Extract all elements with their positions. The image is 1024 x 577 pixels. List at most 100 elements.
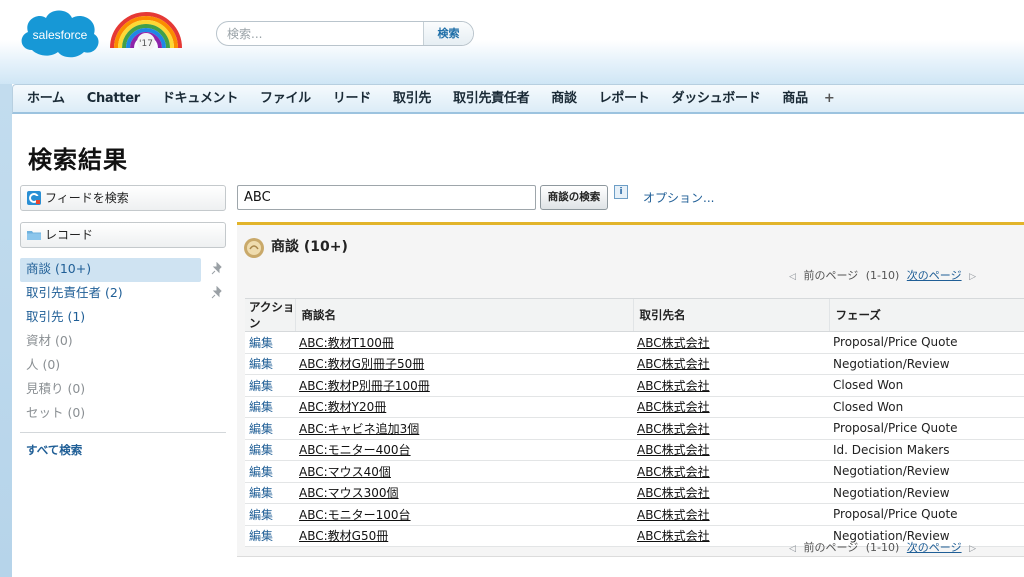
sidebar-item-contacts[interactable]: 取引先責任者 (2) [20,282,226,306]
phase-cell: Proposal/Price Quote [829,417,1024,440]
table-row: 編集 ABC:マウス300個 ABC株式会社 Negotiation/Review [245,482,1024,504]
sidebar-item-materials[interactable]: 資材 (0) [20,330,226,354]
tab-bar: ホーム Chatter ドキュメント ファイル リード 取引先 取引先責任者 商… [12,84,1024,114]
edit-link[interactable]: 編集 [245,482,295,504]
results-title: 商談 (10+) [271,239,348,255]
prev-page-label: 前のページ [803,269,859,282]
account-name-link[interactable]: ABC株式会社 [633,482,829,504]
account-name-link[interactable]: ABC株式会社 [633,331,829,354]
pin-icon[interactable] [210,262,224,276]
next-page-link[interactable]: 次のページ [907,269,962,282]
tab-documents[interactable]: ドキュメント [162,89,239,109]
edit-link[interactable]: 編集 [245,353,295,375]
col-opportunity-name[interactable]: 商談名 [294,298,633,332]
chatter-icon [27,191,41,205]
search-opportunities-button[interactable]: 商談の検索 [540,185,608,210]
table-row: 編集 ABC:教材G別冊子50冊 ABC株式会社 Negotiation/Review [245,353,1024,375]
search-all-link[interactable]: すべて検索 [26,442,82,458]
edit-link[interactable]: 編集 [245,503,295,526]
opportunity-name-link[interactable]: ABC:モニター100台 [295,503,633,526]
tab-reports[interactable]: レポート [599,89,650,109]
sidebar-item-label: 商談 (10+) [26,261,92,276]
tab-chatter[interactable]: Chatter [87,89,140,109]
phase-cell: Proposal/Price Quote [829,331,1024,354]
records-label: レコード [45,228,94,242]
info-icon[interactable]: i [614,185,628,199]
table-row: 編集 ABC:キャビネ追加3個 ABC株式会社 Proposal/Price Quot… [245,417,1024,440]
prev-page-label: 前のページ [803,541,859,554]
sidebar-item-quotes[interactable]: 見積り (0) [20,378,226,402]
global-search: 検索 [216,21,474,46]
col-account-name[interactable]: 取引先名 [632,298,829,332]
options-link[interactable]: オプション... [643,189,714,206]
account-name-link[interactable]: ABC株式会社 [633,396,829,418]
records-button[interactable]: レコード [20,222,226,248]
sidebar-item-label: 取引先責任者 (2) [26,285,123,300]
opportunity-name-link[interactable]: ABC:教材G50冊 [295,525,633,547]
folder-icon [27,231,41,240]
tab-files[interactable]: ファイル [260,89,311,109]
account-name-link[interactable]: ABC株式会社 [633,439,829,461]
phase-cell: Closed Won [829,396,1024,418]
tab-accounts[interactable]: 取引先 [393,89,431,109]
header: salesforce '17 検索 [0,0,1024,84]
opportunity-name-link[interactable]: ABC:マウス40個 [295,460,633,483]
phase-cell: Negotiation/Review [829,482,1024,504]
edit-link[interactable]: 編集 [245,396,295,418]
phase-cell: Closed Won [829,374,1024,397]
phase-cell: Proposal/Price Quote [829,503,1024,526]
opportunity-name-link[interactable]: ABC:教材G別冊子50冊 [295,353,633,375]
sidebar-item-people[interactable]: 人 (0) [20,354,226,378]
table-row: 編集 ABC:教材Y20冊 ABC株式会社 Closed Won [245,396,1024,418]
global-search-input[interactable] [227,25,423,43]
svg-text:salesforce: salesforce [33,28,88,42]
salesforce-logo[interactable]: salesforce [18,6,102,62]
sidebar-item-sets[interactable]: セット (0) [20,402,226,426]
feed-search-button[interactable]: フィードを検索 [20,185,226,211]
tab-leads[interactable]: リード [333,89,371,109]
edit-link[interactable]: 編集 [245,460,295,483]
opportunity-name-link[interactable]: ABC:教材T100冊 [295,331,633,354]
sidebar-item-opportunities[interactable]: 商談 (10+) [20,258,222,282]
sidebar-item-accounts[interactable]: 取引先 (1) [20,306,226,330]
prev-arrow-icon: ◁ [789,272,796,282]
page-range: (1-10) [865,269,900,282]
opportunity-name-link[interactable]: ABC:マウス300個 [295,482,633,504]
edit-link[interactable]: 編集 [245,417,295,440]
account-name-link[interactable]: ABC株式会社 [633,353,829,375]
edit-link[interactable]: 編集 [245,374,295,397]
opportunity-name-link[interactable]: ABC:教材P別冊子100冊 [295,374,633,397]
edit-link[interactable]: 編集 [245,439,295,461]
account-name-link[interactable]: ABC株式会社 [633,503,829,526]
table-row: 編集 ABC:マウス40個 ABC株式会社 Negotiation/Review [245,460,1024,483]
tab-home[interactable]: ホーム [27,89,65,109]
phase-cell: Negotiation/Review [829,353,1024,375]
tab-products[interactable]: 商品 [782,89,808,109]
opportunity-name-link[interactable]: ABC:キャビネ追加3個 [295,417,633,440]
release-rainbow-icon: '17 [110,12,182,50]
global-search-button[interactable]: 検索 [423,22,473,45]
table-row: 編集 ABC:モニター400台 ABC株式会社 Id. Decision Makers [245,439,1024,461]
opportunity-name-link[interactable]: ABC:モニター400台 [295,439,633,461]
scoped-search-input[interactable] [237,185,536,210]
next-arrow-icon[interactable]: ▷ [969,272,976,282]
table-row: 編集 ABC:教材P別冊子100冊 ABC株式会社 Closed Won [245,374,1024,397]
edit-link[interactable]: 編集 [245,525,295,547]
tab-contacts[interactable]: 取引先責任者 [453,89,530,109]
tab-opportunities[interactable]: 商談 [551,89,577,109]
pin-icon[interactable] [210,286,224,300]
next-page-link[interactable]: 次のページ [907,541,962,554]
col-phase[interactable]: フェーズ [828,298,1024,332]
pager-bottom: ◁ 前のページ (1-10) 次のページ ▷ [787,539,978,555]
opportunity-name-link[interactable]: ABC:教材Y20冊 [295,396,633,418]
table-header-row: アクション 商談名 取引先名 フェーズ [245,298,1024,332]
svg-text:'17: '17 [139,39,153,49]
tab-dashboards[interactable]: ダッシュボード [672,89,761,109]
account-name-link[interactable]: ABC株式会社 [633,460,829,483]
next-arrow-icon[interactable]: ▷ [969,544,976,554]
account-name-link[interactable]: ABC株式会社 [633,374,829,397]
edit-link[interactable]: 編集 [245,331,295,354]
col-action: アクション [245,298,295,332]
tab-add-icon[interactable]: + [824,89,835,109]
account-name-link[interactable]: ABC株式会社 [633,417,829,440]
